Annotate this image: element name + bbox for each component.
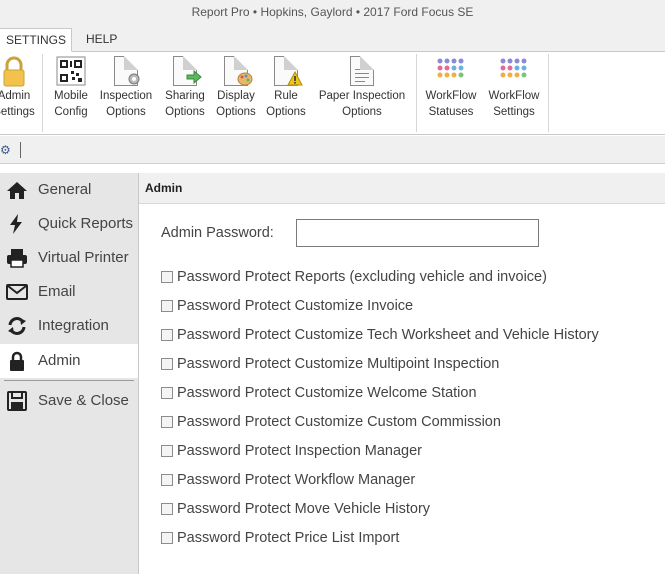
checkbox[interactable]	[161, 271, 173, 283]
checkbox[interactable]	[161, 532, 173, 544]
workflow-statuses-icon	[436, 56, 466, 86]
sidebar-item-virtual-printer[interactable]: Virtual Printer	[0, 241, 138, 275]
sidebar-item-general[interactable]: General	[0, 173, 138, 207]
ribbon-workflow-settings-button[interactable]: WorkFlow Settings	[484, 52, 544, 134]
ribbon-inspection-options-button[interactable]: Inspection Options	[96, 52, 156, 134]
ribbon-toolbar: Admin Settings Mobile Config Inspection …	[0, 52, 665, 135]
ribbon-sharing-options-button[interactable]: Sharing Options	[160, 52, 210, 134]
window-title: Report Pro • Hopkins, Gaylord • 2017 For…	[0, 0, 665, 24]
inspection-options-icon	[111, 56, 141, 86]
home-icon	[6, 180, 28, 200]
admin-panel: Admin Admin Password: Password Protect R…	[139, 173, 665, 574]
workflow-settings-icon	[499, 56, 529, 86]
sharing-options-icon	[170, 56, 202, 86]
ribbon-workflow-statuses-button[interactable]: WorkFlow Statuses	[420, 52, 482, 134]
checkbox[interactable]	[161, 300, 173, 312]
envelope-icon	[6, 282, 28, 302]
sidebar-nav: General Quick Reports Virtual Printer Em…	[0, 173, 139, 574]
checkbox[interactable]	[161, 329, 173, 341]
menu-bar: SETTINGS HELP	[0, 24, 665, 52]
ribbon-display-options-button[interactable]: Display Options	[212, 52, 260, 134]
qr-code-icon	[56, 56, 86, 86]
admin-password-input[interactable]	[296, 219, 539, 247]
section-title: Admin	[139, 173, 665, 204]
sidebar-divider	[4, 380, 134, 381]
tab-settings[interactable]: SETTINGS	[0, 28, 72, 52]
checkbox[interactable]	[161, 445, 173, 457]
sidebar-item-save-close[interactable]: Save & Close	[0, 384, 138, 418]
rule-options-icon	[271, 56, 303, 86]
sync-icon	[6, 316, 28, 336]
tab-help[interactable]: HELP	[80, 28, 123, 52]
ribbon-rule-options-button[interactable]: Rule Options	[262, 52, 310, 134]
checkbox[interactable]	[161, 503, 173, 515]
lock-icon	[6, 351, 28, 371]
quick-settings-icon[interactable]: ⚙	[0, 143, 14, 157]
toolbar-separator	[20, 142, 21, 158]
sidebar-item-email[interactable]: Email	[0, 275, 138, 309]
checkbox[interactable]	[161, 474, 173, 486]
paper-inspection-icon	[347, 56, 377, 86]
display-options-icon	[221, 56, 253, 86]
lightning-icon	[6, 214, 28, 234]
sidebar-item-quick-reports[interactable]: Quick Reports	[0, 207, 138, 241]
admin-password-label: Admin Password:	[161, 225, 274, 241]
sidebar-item-integration[interactable]: Integration	[0, 309, 138, 343]
save-icon	[6, 391, 28, 411]
ribbon-admin-settings-button[interactable]: Admin Settings	[0, 52, 36, 134]
checkbox[interactable]	[161, 358, 173, 370]
checkbox[interactable]	[161, 387, 173, 399]
ribbon-paper-inspection-options-button[interactable]: Paper Inspection Options	[312, 52, 412, 134]
checkbox[interactable]	[161, 416, 173, 428]
quick-access-bar: ⚙	[0, 136, 665, 164]
lock-icon	[0, 56, 29, 87]
printer-icon	[6, 248, 28, 268]
ribbon-mobile-config-button[interactable]: Mobile Config	[48, 52, 94, 134]
sidebar-item-admin[interactable]: Admin	[0, 344, 138, 378]
